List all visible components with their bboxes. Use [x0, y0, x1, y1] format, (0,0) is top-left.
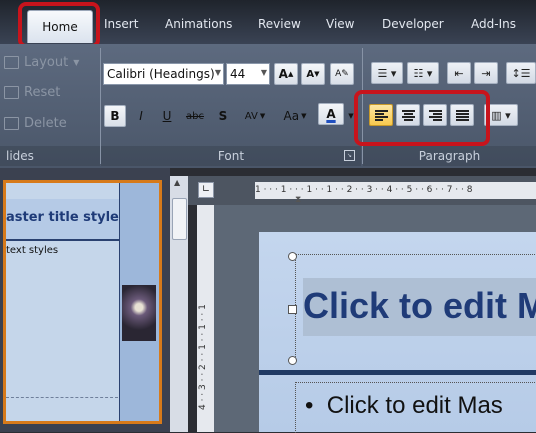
align-left-icon [374, 109, 388, 121]
font-name-combo[interactable]: Calibri (Headings) ▼ [103, 63, 224, 85]
vertical-ruler-ticks: 4 · · 3 · · 2 · · 1 · · 1 · · 1 [198, 304, 208, 410]
font-size-combo[interactable]: 44 ▼ [226, 63, 270, 85]
body-bullet[interactable]: • Click to edit Mas [305, 392, 503, 420]
font-name-chevron-down-icon[interactable]: ▼ [215, 68, 221, 77]
paragraph-group-label: Paragraph [363, 146, 536, 166]
line-spacing-button[interactable]: ↕☰ [506, 62, 536, 84]
underline-label: U [162, 109, 172, 123]
tab-developer[interactable]: Developer [382, 17, 444, 31]
tab-home[interactable]: Home [27, 10, 93, 43]
bold-button[interactable]: B [104, 105, 126, 127]
clear-formatting-icon: A✎ [335, 69, 349, 79]
align-right-button[interactable] [423, 104, 447, 126]
increase-indent-icon: ⇥ [481, 66, 491, 80]
bold-label: B [110, 109, 120, 123]
slides-group-label: lides [0, 146, 100, 166]
delete-icon [4, 117, 19, 130]
columns-icon: ▥ ▾ [491, 108, 511, 122]
justify-button[interactable] [450, 104, 474, 126]
italic-button[interactable]: I [130, 105, 152, 127]
thumbnail-body-text: text styles [6, 245, 59, 256]
text-shadow-button[interactable]: S [212, 105, 234, 127]
underline-button[interactable]: U [156, 105, 178, 127]
change-case-label: Aa [283, 109, 300, 123]
grow-font-button[interactable]: A ▲ [274, 63, 298, 85]
grow-font-icon: A [278, 67, 288, 81]
increase-indent-button[interactable]: ⇥ [474, 62, 498, 84]
layout-label: Layout [24, 55, 69, 70]
font-size-value: 44 [230, 67, 246, 81]
font-group-label: Font [101, 146, 361, 166]
ribbon-tab-bar: Home Insert Animations Review View Devel… [0, 0, 536, 44]
align-left-button[interactable] [369, 104, 393, 126]
layout-button[interactable]: Layout ▼ [4, 55, 79, 70]
text-shadow-label: S [218, 109, 228, 123]
align-center-icon [401, 109, 415, 121]
tab-selector-icon[interactable]: ∟ [198, 182, 214, 198]
resize-handle[interactable] [288, 305, 297, 314]
bullets-button[interactable]: ☰ ▾ [371, 62, 403, 84]
bullets-icon: ☰ ▾ [377, 66, 397, 80]
tab-home-label: Home [42, 20, 78, 34]
align-right-icon [428, 109, 442, 121]
slide-title[interactable]: Click to edit M [303, 285, 536, 327]
title-divider-line [259, 370, 536, 375]
line-spacing-icon: ↕☰ [511, 66, 531, 80]
strikethrough-button[interactable]: abc [182, 105, 208, 127]
tab-review[interactable]: Review [258, 17, 301, 31]
layout-icon [4, 56, 19, 69]
character-spacing-button[interactable]: AV ▼ [238, 105, 272, 127]
layout-chevron-down-icon: ▼ [73, 58, 80, 67]
thumbnail-title: aster title style [6, 210, 119, 225]
font-color-icon: A [326, 107, 336, 121]
resize-handle[interactable] [288, 252, 297, 261]
change-case-chevron-down-icon: ▼ [301, 112, 307, 120]
italic-label: I [139, 109, 143, 123]
resize-handle[interactable] [288, 356, 297, 365]
shrink-font-icon: A [306, 68, 315, 80]
indent-marker-icon[interactable]: ⧗ [295, 195, 301, 205]
font-color-chevron-down-icon[interactable]: ▼ [346, 105, 356, 127]
panel-scrollbar[interactable]: ▲ [170, 176, 188, 432]
shrink-font-button[interactable]: A ▼ [301, 63, 325, 85]
font-size-chevron-down-icon[interactable]: ▼ [261, 68, 267, 77]
change-case-button[interactable]: Aa ▼ [276, 105, 314, 127]
slide-canvas[interactable]: Click to edit M • Click to edit Mas [259, 232, 536, 433]
delete-label: Delete [24, 116, 67, 131]
horizontal-ruler-ticks: 1 · · · 1 · · · 1 · · 1 · · 2 · · 3 · · … [255, 185, 473, 195]
tab-insert[interactable]: Insert [104, 17, 138, 31]
vertical-ruler[interactable]: 4 · · 3 · · 2 · · 1 · · 1 · · 1 [197, 205, 214, 432]
scrollbar-thumb[interactable] [172, 198, 187, 240]
numbering-button[interactable]: ☷ ▾ [407, 62, 439, 84]
slide-master-thumbnail[interactable]: aster title style text styles [3, 180, 162, 424]
font-name-value: Calibri (Headings) [107, 67, 215, 81]
tab-view[interactable]: View [326, 17, 354, 31]
columns-button[interactable]: ▥ ▾ [484, 104, 518, 126]
thumbnail-picture [122, 285, 156, 341]
reset-button[interactable]: Reset [4, 85, 60, 100]
spacing-chevron-down-icon: ▼ [259, 112, 266, 120]
tab-animations[interactable]: Animations [165, 17, 232, 31]
reset-label: Reset [24, 85, 61, 100]
body-bullet-text: Click to edit Mas [326, 392, 503, 419]
decrease-indent-button[interactable]: ⇤ [447, 62, 471, 84]
slides-group: Layout ▼ Reset Delete lides [0, 44, 100, 168]
decrease-indent-icon: ⇤ [454, 66, 464, 80]
font-dialog-launcher-icon[interactable]: ↘ [344, 150, 355, 161]
numbering-icon: ☷ ▾ [413, 66, 433, 80]
justify-icon [455, 109, 469, 121]
thumbnail-footer-line [6, 397, 118, 399]
character-spacing-label: AV [244, 110, 258, 122]
strikethrough-label: abc [186, 110, 204, 122]
clear-formatting-button[interactable]: A✎ [330, 63, 354, 85]
scroll-up-arrow-icon[interactable]: ▲ [174, 178, 180, 187]
font-color-button[interactable]: A [318, 103, 344, 125]
reset-icon [4, 86, 19, 99]
thumbnail-slide: aster title style text styles [6, 183, 159, 421]
delete-button[interactable]: Delete [4, 116, 67, 131]
align-center-button[interactable] [396, 104, 420, 126]
tab-addins[interactable]: Add-Ins [471, 17, 516, 31]
